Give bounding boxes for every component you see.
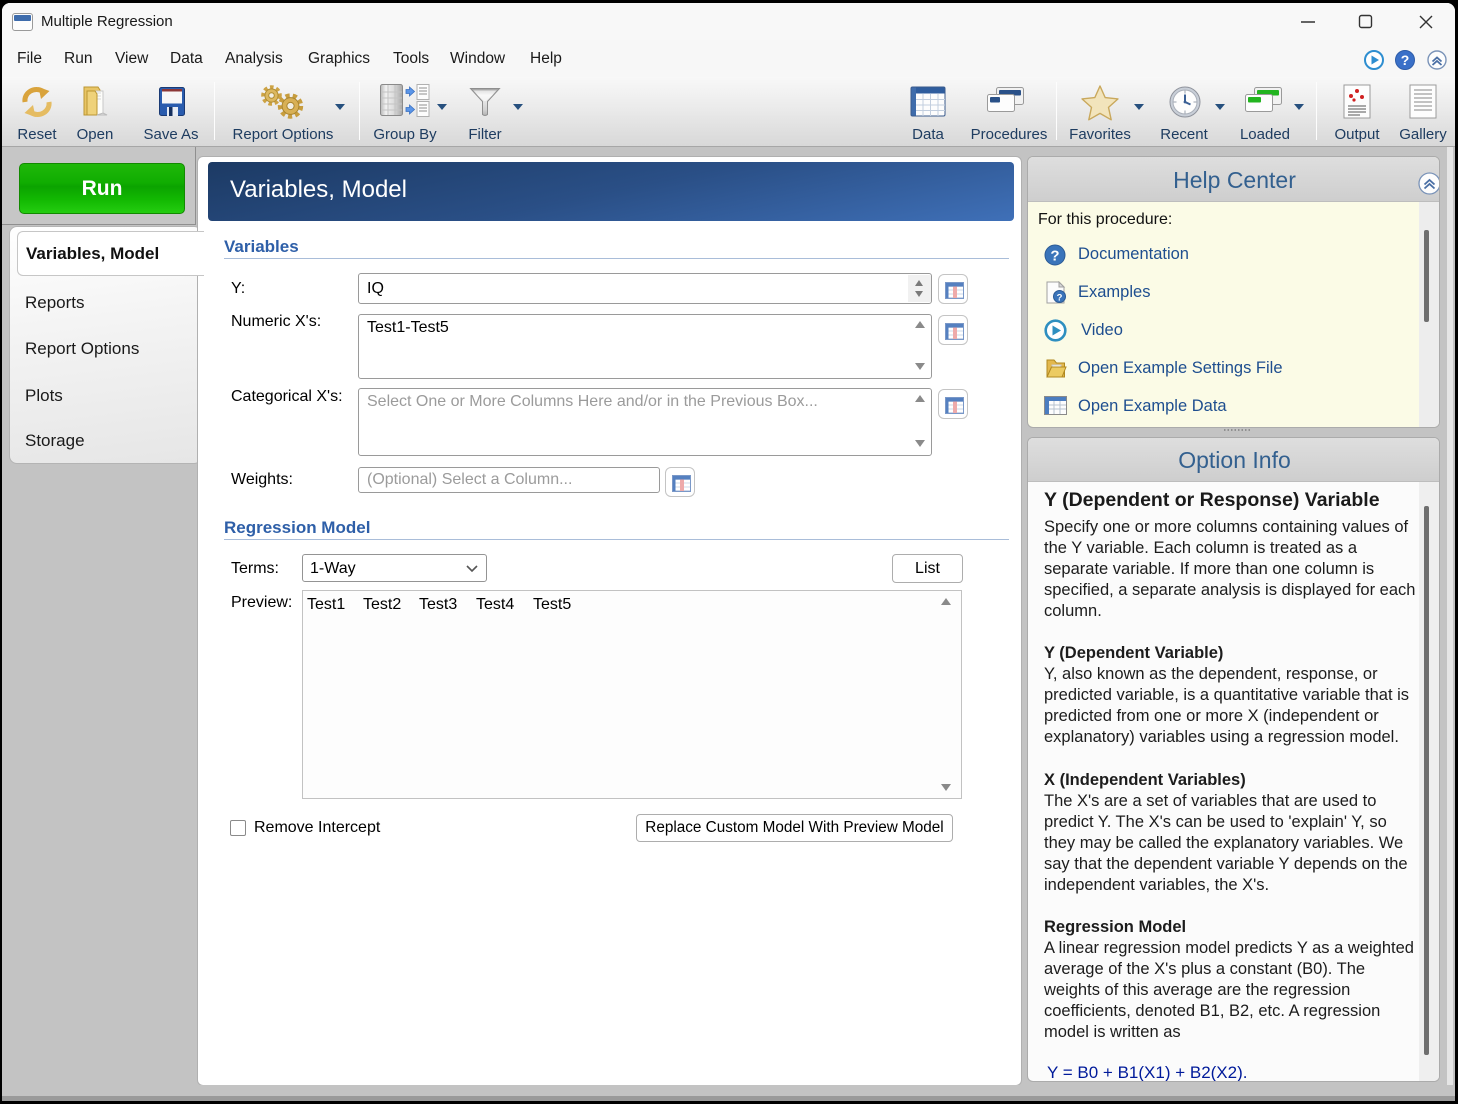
svg-text:?: ? (1050, 248, 1059, 265)
svg-text:?: ? (1057, 293, 1063, 304)
svg-text:?: ? (1401, 52, 1410, 68)
